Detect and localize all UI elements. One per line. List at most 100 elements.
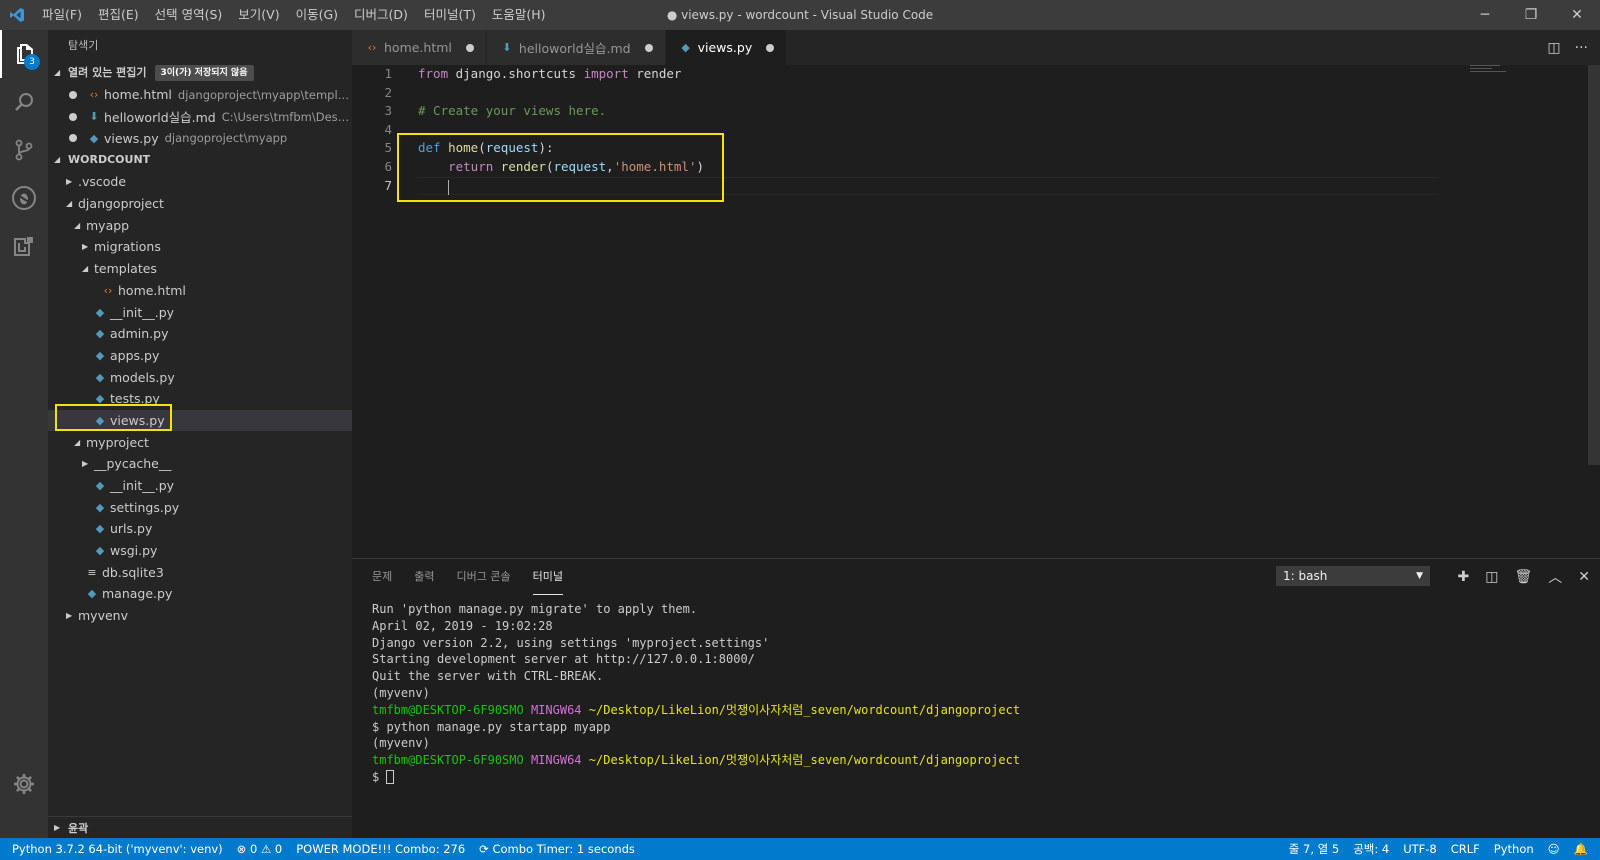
tree-item-label: __init__.py	[110, 304, 175, 320]
new-terminal-icon[interactable]: ✚	[1458, 569, 1470, 585]
line-number: 3	[384, 103, 392, 119]
menu-item[interactable]: 도움말(H)	[484, 0, 554, 30]
menu-item[interactable]: 편집(E)	[90, 0, 147, 30]
extensions-activity[interactable]	[0, 222, 48, 270]
tree-item[interactable]: ◆ urls.py	[48, 518, 352, 540]
restore-button[interactable]: ❐	[1508, 0, 1554, 30]
menu-item[interactable]: 파일(F)	[34, 0, 90, 30]
editor-tab[interactable]: ‹› home.html	[352, 30, 487, 65]
menu-bar: 파일(F) 편집(E) 선택 영역(S) 보기(V) 이동(G) 디버그(D) 터미널(T)…	[34, 0, 553, 30]
tree-item[interactable]: ◆ settings.py	[48, 496, 352, 518]
code-lines[interactable]: from django.shortcuts import render # Cre…	[418, 65, 1438, 196]
menu-item[interactable]: 이동(G)	[288, 0, 346, 30]
tree-item[interactable]: ◆ admin.py	[48, 323, 352, 345]
tree-item[interactable]: ◢ djangoproject	[48, 193, 352, 215]
tab-label: helloworld실습.md	[518, 41, 631, 56]
code-token: render	[500, 158, 546, 174]
panel-tab[interactable]: 디버그 콘솔	[457, 559, 511, 595]
line-endings[interactable]: CRLF	[1444, 842, 1487, 856]
tree-item[interactable]: ▶ myvenv	[48, 605, 352, 627]
tree-item[interactable]: ▶ migrations	[48, 236, 352, 258]
terminal-token: Quit the server with CTRL-BREAK.	[372, 669, 604, 684]
tree-item-label: apps.py	[110, 347, 160, 363]
trash-icon[interactable]: 🗑	[1514, 569, 1532, 585]
unsaved-dot-icon[interactable]	[766, 43, 775, 52]
menu-item[interactable]: 선택 영역(S)	[147, 0, 231, 30]
tree-item[interactable]: ◆ models.py	[48, 366, 352, 388]
power-mode-status: POWER MODE!!! Combo: 276	[296, 842, 466, 856]
terminal-select[interactable]: 1: bash ▼	[1276, 566, 1430, 586]
editor-actions: ◫ ···	[1547, 30, 1588, 65]
python-interpreter[interactable]: Python 3.7.2 64-bit ('myvenv': venv)	[0, 842, 230, 856]
terminal-line: tmfbm@DESKTOP-6F90SMO MINGW64 ~/Desktop/…	[372, 752, 1020, 769]
minimap[interactable]	[1470, 65, 1520, 75]
open-editors-label: 열려 있는 편집기	[68, 66, 147, 79]
markdown-icon: ⬇	[89, 110, 99, 124]
outline-header[interactable]: ▶ 윤곽	[48, 816, 352, 838]
tree-item[interactable]: ◆ apps.py	[48, 345, 352, 367]
more-actions-icon[interactable]: ···	[1575, 40, 1588, 56]
debug-activity[interactable]	[0, 174, 48, 222]
tree-item[interactable]: ◆ __init__.py	[48, 475, 352, 497]
errors-count: ⊗ 0	[236, 842, 258, 856]
tree-item[interactable]: ◆ tests.py	[48, 388, 352, 410]
editor-tab[interactable]: ◆ views.py	[665, 30, 788, 65]
feedback-icon[interactable]: ☺	[1541, 842, 1567, 856]
terminal-token: (myvenv)	[372, 685, 430, 700]
menu-item[interactable]: 보기(V)	[230, 0, 287, 30]
line-number: 6	[384, 158, 392, 174]
line-number-gutter: 1 2 3 4 5 6 7	[352, 65, 408, 195]
tree-item[interactable]: ◆ views.py	[48, 409, 352, 432]
split-terminal-icon[interactable]: ◫	[1485, 569, 1498, 585]
tree-item[interactable]: ◢ myproject	[48, 431, 352, 453]
editor-tab[interactable]: ⬇ helloworld실습.md	[486, 30, 666, 65]
encoding[interactable]: UTF-8	[1396, 842, 1444, 856]
close-panel-icon[interactable]: ✕	[1578, 569, 1590, 585]
close-window-button[interactable]: ✕	[1554, 0, 1600, 30]
maximize-panel-icon[interactable]: ︿	[1548, 567, 1562, 587]
panel-tab[interactable]: 출력	[414, 559, 434, 595]
open-editor-item[interactable]: ◆ views.py djangoproject\myapp	[48, 127, 352, 149]
tree-item[interactable]: ◆ __init__.py	[48, 301, 352, 323]
tree-item[interactable]: ◢ templates	[48, 258, 352, 280]
menu-item[interactable]: 디버그(D)	[346, 0, 416, 30]
split-editor-icon[interactable]: ◫	[1547, 40, 1560, 56]
language-mode[interactable]: Python	[1487, 842, 1541, 856]
open-editors-header[interactable]: ◢ 열려 있는 편집기 3이(가) 저장되지 않음	[48, 62, 352, 84]
tree-item[interactable]: ◆ wsgi.py	[48, 540, 352, 562]
terminal-token: Run 'python manage.py migrate' to apply …	[372, 602, 698, 616]
workspace-header[interactable]: ◢ WORDCOUNT	[48, 149, 352, 171]
open-editor-item[interactable]: ⬇ helloworld실습.md C:\Users\tmfbm\Desktop..…	[48, 106, 352, 128]
menu-item[interactable]: 터미널(T)	[416, 0, 484, 30]
open-editor-item[interactable]: ‹› home.html djangoproject\myapp\templates	[48, 84, 352, 106]
scrollbar-thumb[interactable]	[1588, 65, 1600, 465]
code-token: (	[478, 140, 486, 156]
minimize-button[interactable]: ─	[1462, 0, 1508, 30]
source-control-activity[interactable]	[0, 126, 48, 174]
terminal-output[interactable]: Run 'python manage.py migrate' to apply …	[372, 601, 1020, 786]
terminal-line: Starting development server at http://12…	[372, 651, 1020, 668]
bell-icon[interactable]: 🔔	[1567, 842, 1600, 856]
tree-item[interactable]: ◢ myapp	[48, 214, 352, 236]
tree-item[interactable]: ▶ .vscode	[48, 171, 352, 193]
tree-item[interactable]: ‹› home.html	[48, 280, 352, 302]
code-editor[interactable]: 1 2 3 4 5 6 7 from django.shortcuts import ren…	[352, 65, 1600, 558]
panel-tab[interactable]: 터미널	[532, 559, 563, 595]
problems-indicator[interactable]: ⊗ 0 ⚠ 0	[230, 842, 290, 856]
unsaved-dot-icon[interactable]	[465, 43, 474, 52]
editor-scrollbar[interactable]	[1588, 65, 1600, 558]
indentation[interactable]: 공백: 4	[1346, 841, 1396, 857]
panel-tab[interactable]: 문제	[372, 559, 392, 595]
tree-item[interactable]: ◆ manage.py	[48, 583, 352, 605]
tree-item[interactable]: ≡ db.sqlite3	[48, 561, 352, 583]
search-activity[interactable]	[0, 78, 48, 126]
manage-activity[interactable]	[0, 760, 48, 808]
cursor-position[interactable]: 줄 7, 열 5	[1282, 841, 1346, 857]
explorer-activity[interactable]: 3	[0, 30, 48, 78]
html-icon: ‹›	[367, 41, 377, 54]
tree-item[interactable]: ▶ __pycache__	[48, 453, 352, 475]
unsaved-dot-icon[interactable]	[644, 43, 653, 52]
